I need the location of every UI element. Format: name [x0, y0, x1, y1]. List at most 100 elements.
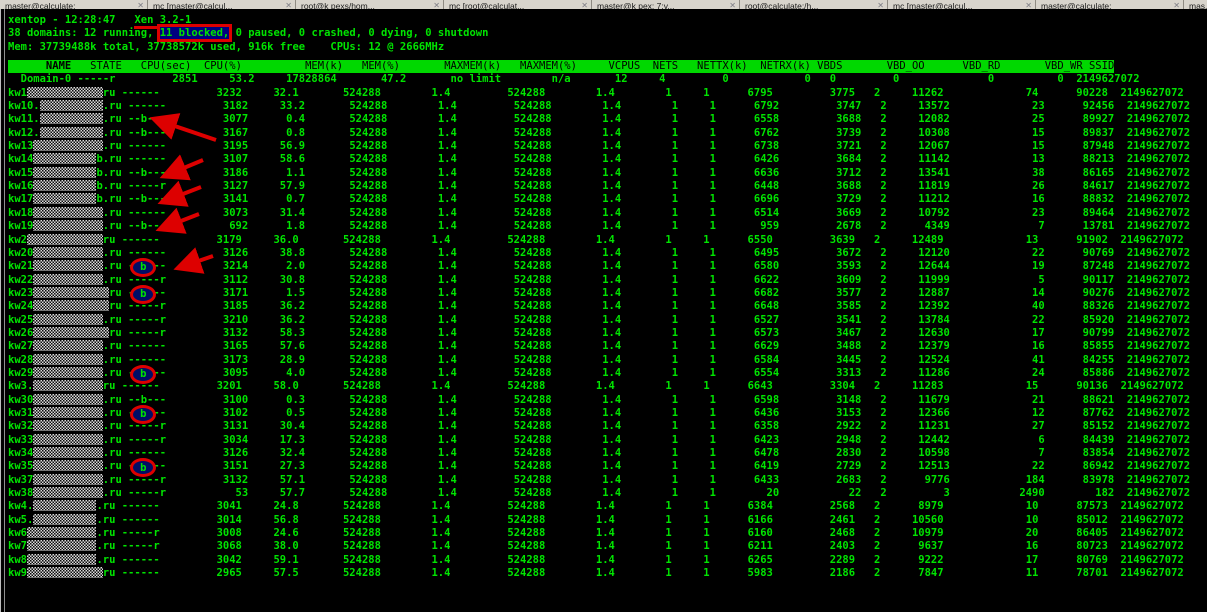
table-row: kw18.ru ------ 3073 31.4 524288 1.4 5242… — [8, 207, 1207, 220]
table-row: kw35.ru --b--- 3151 27.3 524288 1.4 5242… — [8, 460, 1207, 473]
row-values: .ru --b--- 3102 0.5 524288 1.4 524288 1.… — [103, 407, 1190, 419]
row-values: .ru ------ 3014 56.8 524288 1.4 524288 1… — [96, 514, 1183, 526]
red-circle-annotation: b — [130, 405, 156, 424]
table-row: kw19 .ru --b--- 692 1.8 524288 1.4 524288… — [8, 220, 1207, 233]
row-values: .ru -----r 3132 57.1 524288 1.4 524288 1… — [103, 474, 1190, 486]
table-column-header: NAME STATE CPU(sec) CPU(%) MEM(k) MEM(%)… — [8, 60, 1114, 73]
row-values: ru -----r 3132 58.3 524288 1.4 524288 1.… — [109, 327, 1190, 339]
table-row: kw15b.ru --b--- 3186 1.1 524288 1.4 5242… — [8, 167, 1207, 180]
row-values: .ru -----r 3210 36.2 524288 1.4 524288 1… — [103, 314, 1190, 326]
domain-name-prefix: kw14 — [8, 153, 33, 165]
table-row: kw30.ru --b--- 3100 0.3 524288 1.4 52428… — [8, 394, 1207, 407]
domain-name-prefix: Domain-0 — [8, 73, 71, 85]
blocked-count-highlight: 11 blocked, — [160, 27, 230, 39]
censored-name-block — [33, 434, 103, 445]
censored-name-block — [33, 153, 96, 164]
red-circle-annotation: b — [130, 258, 156, 277]
censored-name-block — [33, 407, 103, 418]
domain-name-prefix: kw10. — [8, 100, 40, 112]
domain-name-prefix: kw5. — [8, 514, 33, 526]
row-values: -----r 2851 53.2 17828864 47.2 no limit … — [71, 73, 1139, 85]
censored-name-block — [33, 207, 103, 218]
censored-name-block — [27, 554, 97, 565]
censored-name-block — [33, 380, 103, 391]
table-row: kw23ru --b--- 3171 1.5 524288 1.4 524288… — [8, 287, 1207, 300]
row-values: ru ------ 3232 32.1 524288 1.4 524288 1.… — [103, 87, 1184, 99]
domain-name-prefix: kw34 — [8, 447, 33, 459]
domain-name-prefix: kw23 — [8, 287, 33, 299]
censored-name-block — [33, 514, 96, 525]
censored-name-block — [40, 127, 103, 138]
row-values: .ru ------ 3041 24.8 524288 1.4 524288 1… — [96, 500, 1183, 512]
domain-name-prefix: kw18 — [8, 207, 33, 219]
censored-name-block — [33, 474, 103, 485]
domain-name-prefix: kw2 — [8, 234, 27, 246]
row-values: .ru ------ 3195 56.9 524288 1.4 524288 1… — [103, 140, 1190, 152]
censored-name-block — [33, 420, 103, 431]
domain-name-prefix: kw29 — [8, 367, 33, 379]
table-row: kw29.ru --b--- 3095 4.0 524288 1.4 52428… — [8, 367, 1207, 380]
domain-name-prefix: kw13 — [8, 140, 33, 152]
summary-post: 0 paused, 0 crashed, 0 dying, 0 shutdown — [229, 27, 488, 39]
row-values: .ru -----r 53 57.7 524288 1.4 524288 1.4… — [103, 487, 1190, 499]
censored-name-block — [33, 340, 103, 351]
row-values: .ru -----r 3034 17.3 524288 1.4 524288 1… — [103, 434, 1190, 446]
row-values: ru ------ 3179 36.0 524288 1.4 524288 1.… — [103, 234, 1184, 246]
row-values: .ru --b--- 692 1.8 524288 1.4 524288 1.4… — [103, 220, 1190, 232]
row-values: .ru ------ 3182 33.2 524288 1.4 524288 1… — [103, 100, 1190, 112]
row-values: .ru -----r 3131 30.4 524288 1.4 524288 1… — [103, 420, 1190, 432]
domain-name-prefix: kw33 — [8, 434, 33, 446]
table-row: kw14 b.ru ------ 3107 58.6 524288 1.4 524… — [8, 153, 1207, 166]
domain-name-prefix: kw24 — [8, 300, 33, 312]
censored-name-block — [33, 300, 109, 311]
censored-name-block — [33, 460, 103, 471]
table-row: kw33 .ru -----r 3034 17.3 524288 1.4 5242… — [8, 434, 1207, 447]
domain-summary-line: 38 domains: 12 running, 11 blocked, 0 pa… — [8, 27, 1207, 40]
domain-name-prefix: kw26 — [8, 327, 33, 339]
domain-name-prefix: kw32 — [8, 420, 33, 432]
row-values: b.ru ------ 3107 58.6 524288 1.4 524288 … — [96, 153, 1190, 165]
table-row: kw8.ru ------ 3042 59.1 524288 1.4 52428… — [8, 554, 1207, 567]
xentop-terminal[interactable]: xentop - 12:28:47 Xen 3.2-1 38 domains: … — [0, 9, 1207, 612]
table-row: kw38 .ru -----r 53 57.7 524288 1.4 524288… — [8, 487, 1207, 500]
screen: master@calculate:✕mc [master@calcul...✕r… — [0, 0, 1207, 612]
domain-name-prefix: kw6 — [8, 527, 27, 539]
domain-name-prefix: kw1 — [8, 87, 27, 99]
domain-name-prefix: kw9 — [8, 567, 27, 579]
domain-name-prefix: kw28 — [8, 354, 33, 366]
censored-name-block — [33, 367, 103, 378]
domain-table: NAME STATE CPU(sec) CPU(%) MEM(k) MEM(%)… — [8, 60, 1207, 580]
red-circle-annotation: b — [130, 365, 156, 384]
xentop-clock: xentop - 12:28:47 — [8, 14, 134, 26]
row-values: .ru ------ 3165 57.6 524288 1.4 524288 1… — [103, 340, 1190, 352]
summary-pre: 38 domains: 12 running, — [8, 27, 160, 39]
censored-name-block — [33, 447, 103, 458]
table-row: kw26 ru -----r 3132 58.3 524288 1.4 52428… — [8, 327, 1207, 340]
table-row: kw22.ru -----r 3112 30.8 524288 1.4 5242… — [8, 274, 1207, 287]
domain-name-prefix: kw4. — [8, 500, 33, 512]
table-row: kw5. .ru ------ 3014 56.8 524288 1.4 5242… — [8, 514, 1207, 527]
table-row: kw4. .ru ------ 3041 24.8 524288 1.4 5242… — [8, 500, 1207, 513]
domain-name-prefix: kw8 — [8, 554, 27, 566]
row-values: b.ru -----r 3127 57.9 524288 1.4 524288 … — [96, 180, 1190, 192]
censored-name-block — [33, 180, 96, 191]
table-row: kw13 .ru ------ 3195 56.9 524288 1.4 5242… — [8, 140, 1207, 153]
censored-name-block — [33, 394, 103, 405]
censored-name-block — [27, 234, 103, 245]
censored-name-block — [33, 193, 96, 204]
domain-name-prefix: kw30 — [8, 394, 33, 406]
row-values: .ru ------ 3173 28.9 524288 1.4 524288 1… — [103, 354, 1190, 366]
column-name[interactable]: NAME — [8, 60, 71, 72]
table-row: kw3.ru ------ 3201 58.0 524288 1.4 52428… — [8, 380, 1207, 393]
censored-name-block — [33, 487, 103, 498]
censored-name-block — [33, 287, 109, 298]
domain-name-prefix: kw19 — [8, 220, 33, 232]
domain-name-prefix: kw38 — [8, 487, 33, 499]
row-values: ru ------ 3201 58.0 524288 1.4 524288 1.… — [103, 380, 1184, 392]
table-row: kw21.ru --b--- 3214 2.0 524288 1.4 52428… — [8, 260, 1207, 273]
table-row: kw25 .ru -----r 3210 36.2 524288 1.4 5242… — [8, 314, 1207, 327]
domain-name-prefix: kw25 — [8, 314, 33, 326]
table-row: kw1 ru ------ 3232 32.1 524288 1.4 524288… — [8, 87, 1207, 100]
row-values: .ru -----r 3068 38.0 524288 1.4 524288 1… — [96, 540, 1183, 552]
table-row: kw20.ru ------ 3126 38.8 524288 1.4 5242… — [8, 247, 1207, 260]
